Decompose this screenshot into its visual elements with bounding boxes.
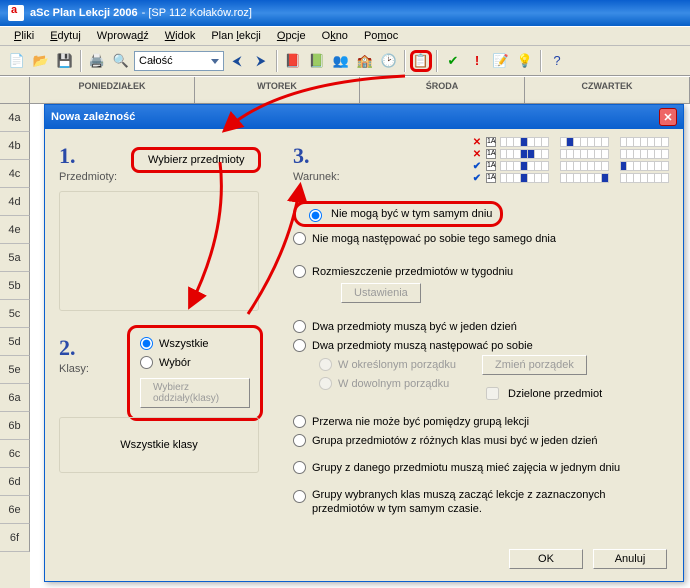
divider bbox=[436, 50, 438, 72]
menu-pliki[interactable]: Pliki bbox=[6, 28, 42, 44]
divider bbox=[80, 50, 82, 72]
preview-icon[interactable]: 🔍 bbox=[110, 50, 132, 72]
cond-week-distribution[interactable]: Rozmieszczenie przedmiotów w tygodniu bbox=[293, 262, 665, 281]
cond-groups-same-day[interactable]: Grupy z danego przedmiotu muszą mieć zaj… bbox=[293, 458, 665, 477]
app-title: aSc Plan Lekcji 2006 bbox=[30, 7, 138, 19]
check-icon[interactable]: ✔ bbox=[442, 50, 464, 72]
print-icon[interactable]: 🖨️ bbox=[86, 50, 108, 72]
class-icon[interactable]: 🏫 bbox=[354, 50, 376, 72]
step1-label: Przedmioty: bbox=[59, 171, 117, 183]
help-icon[interactable]: ? bbox=[546, 50, 568, 72]
menubar: Pliki Edytuj Wprowadź Widok Plan lekcji … bbox=[0, 26, 690, 46]
people-icon[interactable]: 👥 bbox=[330, 50, 352, 72]
settings-button[interactable]: Ustawienia bbox=[341, 283, 421, 303]
menu-okno[interactable]: Okno bbox=[314, 28, 356, 44]
mini-preview: ✕1A ✕1A ✔1A ✔1A bbox=[472, 137, 669, 185]
menu-edytuj[interactable]: Edytuj bbox=[42, 28, 89, 44]
dialog-new-relation: Nowa zależność ✕ ✕1A ✕1A ✔1A ✔1A bbox=[44, 104, 684, 582]
step-1: 1. bbox=[59, 143, 117, 169]
cond-no-break[interactable]: Przerwa nie może być pomiędzy grupą lekc… bbox=[293, 412, 665, 431]
menu-plan[interactable]: Plan lekcji bbox=[203, 28, 269, 44]
step2-label: Klasy: bbox=[59, 363, 89, 375]
grid-header: PONIEDZIAŁEK WTOREK ŚRODA CZWARTEK bbox=[0, 76, 690, 104]
change-order-button[interactable]: Zmień porządek bbox=[482, 355, 587, 375]
menu-pomoc[interactable]: Pomoc bbox=[356, 28, 406, 44]
cond-group-one-day[interactable]: Grupa przedmiotów z różnych klas musi by… bbox=[293, 431, 665, 450]
radio-all-classes[interactable]: Wszystkie bbox=[140, 334, 250, 353]
tip-icon[interactable]: 💡 bbox=[514, 50, 536, 72]
doc-name: - [SP 112 Kołaków.roz] bbox=[142, 7, 252, 19]
cond-any-order: W dowolnym porządku bbox=[319, 374, 456, 393]
step-2: 2. bbox=[59, 335, 89, 361]
cond-specific-order: W określonym porządku bbox=[319, 355, 456, 374]
open-icon[interactable]: 📂 bbox=[30, 50, 52, 72]
relations-icon[interactable]: 📋 bbox=[410, 50, 432, 72]
select-subjects-button[interactable]: Wybierz przedmioty bbox=[131, 147, 261, 173]
x-icon: ✕ bbox=[472, 137, 482, 147]
check-icon: ✔ bbox=[472, 161, 482, 171]
divider bbox=[540, 50, 542, 72]
cond-same-day[interactable]: Nie mogą być w tym samym dniu bbox=[293, 201, 503, 227]
menu-opcje[interactable]: Opcje bbox=[269, 28, 314, 44]
select-classes-button[interactable]: Wybierz oddziały(klasy) bbox=[140, 378, 250, 408]
cond-two-one-day[interactable]: Dwa przedmioty muszą być w jeden dzień bbox=[293, 317, 665, 336]
close-icon[interactable]: ✕ bbox=[659, 108, 677, 126]
divider bbox=[404, 50, 406, 72]
book1-icon[interactable]: 📕 bbox=[282, 50, 304, 72]
classes-status: Wszystkie klasy bbox=[59, 417, 259, 473]
warn-icon[interactable]: ! bbox=[466, 50, 488, 72]
save-icon[interactable]: 💾 bbox=[54, 50, 76, 72]
ok-button[interactable]: OK bbox=[509, 549, 583, 569]
dialog-title: Nowa zależność bbox=[51, 111, 135, 123]
clock-icon[interactable]: 🕑 bbox=[378, 50, 400, 72]
x-icon: ✕ bbox=[472, 149, 482, 159]
radio-select-classes[interactable]: Wybór bbox=[140, 353, 250, 372]
app-icon bbox=[8, 5, 24, 21]
step3-label: Warunek: bbox=[293, 171, 340, 183]
subjects-list bbox=[59, 191, 259, 311]
titlebar: aSc Plan Lekcji 2006 - [SP 112 Kołaków.r… bbox=[0, 0, 690, 26]
toolbar: 📄 📂 💾 🖨️ 🔍 Całość ⮜ ⮞ 📕 📗 👥 🏫 🕑 📋 ✔ ! 📝 … bbox=[0, 46, 690, 76]
dialog-title-bar[interactable]: Nowa zależność ✕ bbox=[45, 105, 683, 129]
divider bbox=[276, 50, 278, 72]
nav-right-icon[interactable]: ⮞ bbox=[250, 50, 272, 72]
cond-two-consecutive[interactable]: Dwa przedmioty muszą następować po sobie bbox=[293, 336, 665, 355]
cancel-button[interactable]: Anuluj bbox=[593, 549, 667, 569]
doc-icon[interactable]: 📝 bbox=[490, 50, 512, 72]
menu-wprowadz[interactable]: Wprowadź bbox=[89, 28, 157, 44]
split-subject-checkbox: Dzielone przedmiot bbox=[482, 381, 602, 406]
cond-groups-start-same[interactable]: Grupy wybranych klas muszą zacząć lekcje… bbox=[293, 485, 665, 519]
step-3: 3. bbox=[293, 143, 340, 169]
menu-widok[interactable]: Widok bbox=[157, 28, 204, 44]
view-combo[interactable]: Całość bbox=[134, 51, 224, 71]
cond-not-consecutive[interactable]: Nie mogą następować po sobie tego samego… bbox=[293, 229, 665, 248]
new-icon[interactable]: 📄 bbox=[6, 50, 28, 72]
row-headers: 4a4b4c 4d4e5a 5b5c5d 5e6a6b 6c6d6e 6f bbox=[0, 104, 30, 588]
check-icon: ✔ bbox=[472, 173, 482, 183]
book2-icon[interactable]: 📗 bbox=[306, 50, 328, 72]
nav-left-icon[interactable]: ⮜ bbox=[226, 50, 248, 72]
